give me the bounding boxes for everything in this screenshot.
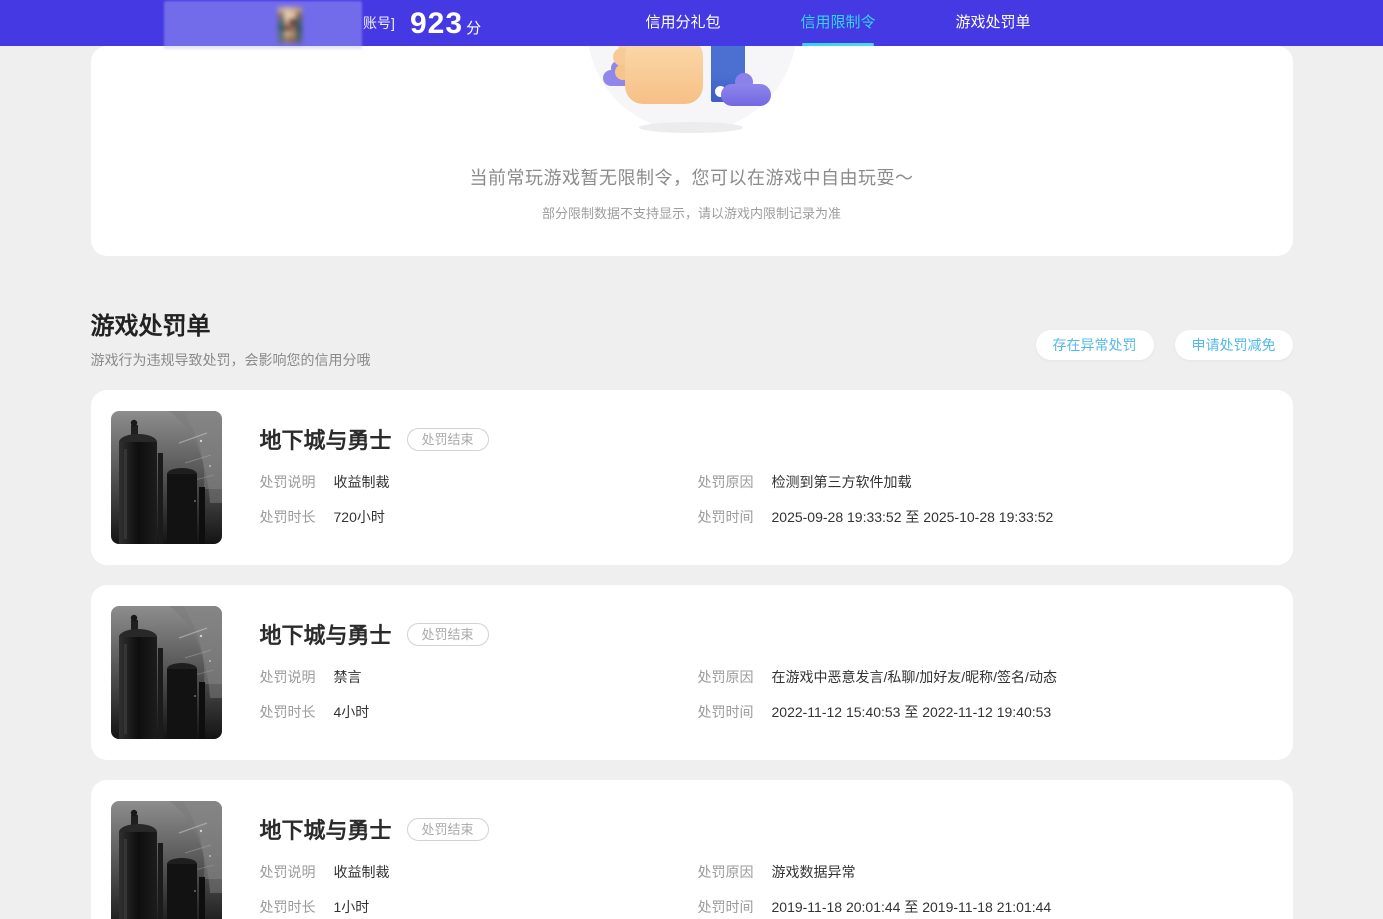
penalty-duration: 1小时 — [333, 899, 370, 915]
game-thumbnail — [110, 411, 222, 544]
status-badge: 处罚结束 — [406, 427, 489, 451]
penalty-reason: 在游戏中恶意发言/私聊/加好友/昵称/签名/动态 — [771, 669, 1057, 685]
penalty-card-content: 地下城与勇士 处罚结束 处罚说明 收益制裁 处罚原因 检测到第三方软件加载 处罚… — [260, 411, 1273, 527]
penalty-duration: 720小时 — [333, 509, 385, 525]
game-name: 地下城与勇士 — [259, 428, 392, 453]
field-label-time: 处罚时间 — [697, 509, 754, 525]
penalty-desc: 收益制裁 — [333, 864, 390, 880]
field-label-duration: 处罚时长 — [259, 899, 316, 915]
empty-message: 当前常玩游戏暂无限制令，您可以在游戏中自由玩耍～ — [469, 168, 914, 188]
penalty-desc: 禁言 — [333, 669, 362, 685]
game-name: 地下城与勇士 — [259, 623, 392, 648]
fist-icon — [624, 46, 703, 104]
penalty-card-content: 地下城与勇士 处罚结束 处罚说明 收益制裁 处罚原因 游戏数据异常 处罚时长 1… — [260, 801, 1273, 917]
penalty-time: 2019-11-18 20:01:44 至 2019-11-18 21:01:4… — [771, 899, 1052, 915]
field-label-reason: 处罚原因 — [697, 669, 754, 685]
cloud-icon — [720, 84, 771, 106]
game-thumbnail — [110, 801, 222, 919]
field-label-reason: 处罚原因 — [697, 864, 754, 880]
empty-state-illustration — [586, 46, 797, 134]
header: 账号] 923 分 信用分礼包 信用限制令 游戏处罚单 — [0, 0, 1383, 49]
penalty-action-buttons: 存在异常处罚 申请处罚减免 — [1035, 330, 1293, 360]
tab-credit-gift[interactable]: 信用分礼包 — [645, 0, 721, 46]
field-label-duration: 处罚时长 — [259, 704, 316, 720]
penalty-card: 地下城与勇士 处罚结束 处罚说明 收益制裁 处罚原因 游戏数据异常 处罚时长 1… — [90, 780, 1293, 919]
game-thumbnail — [110, 606, 222, 739]
game-name: 地下城与勇士 — [259, 818, 392, 843]
field-label-desc: 处罚说明 — [259, 864, 316, 880]
penalty-reason: 检测到第三方软件加载 — [771, 474, 912, 490]
field-label-reason: 处罚原因 — [697, 474, 754, 490]
penalty-reduction-button[interactable]: 申请处罚减免 — [1174, 330, 1293, 360]
penalty-section-header: 游戏处罚单 游戏行为违规导致处罚，会影响您的信用分哦 存在异常处罚 申请处罚减免 — [91, 306, 1293, 370]
nav-tabs: 信用分礼包 信用限制令 游戏处罚单 — [0, 0, 1383, 46]
illustration-shadow — [638, 122, 743, 133]
main-content: 当前常玩游戏暂无限制令，您可以在游戏中自由玩耍～ 部分限制数据不支持显示，请以游… — [90, 0, 1293, 919]
field-label-desc: 处罚说明 — [259, 669, 316, 685]
empty-note: 部分限制数据不支持显示，请以游戏内限制记录为准 — [541, 206, 841, 221]
field-label-time: 处罚时间 — [697, 899, 754, 915]
status-badge: 处罚结束 — [406, 817, 489, 841]
penalty-card-content: 地下城与勇士 处罚结束 处罚说明 禁言 处罚原因 在游戏中恶意发言/私聊/加好友… — [260, 606, 1273, 722]
penalty-desc: 收益制裁 — [333, 474, 390, 490]
penalty-time: 2022-11-12 15:40:53 至 2022-11-12 19:40:5… — [771, 704, 1052, 720]
restriction-empty-panel: 当前常玩游戏暂无限制令，您可以在游戏中自由玩耍～ 部分限制数据不支持显示，请以游… — [90, 46, 1293, 256]
penalty-duration: 4小时 — [333, 704, 370, 720]
tab-credit-restriction[interactable]: 信用限制令 — [800, 0, 876, 46]
penalty-card: 地下城与勇士 处罚结束 处罚说明 收益制裁 处罚原因 检测到第三方软件加载 处罚… — [90, 390, 1293, 565]
status-badge: 处罚结束 — [406, 622, 489, 646]
abnormal-penalty-button[interactable]: 存在异常处罚 — [1035, 330, 1154, 360]
field-label-desc: 处罚说明 — [259, 474, 316, 490]
penalty-reason: 游戏数据异常 — [771, 864, 856, 880]
penalty-card: 地下城与勇士 处罚结束 处罚说明 禁言 处罚原因 在游戏中恶意发言/私聊/加好友… — [90, 585, 1293, 760]
field-label-time: 处罚时间 — [697, 704, 754, 720]
penalty-time: 2025-09-28 19:33:52 至 2025-10-28 19:33:5… — [771, 509, 1054, 525]
field-label-duration: 处罚时长 — [259, 509, 316, 525]
tab-game-penalty[interactable]: 游戏处罚单 — [955, 0, 1031, 46]
